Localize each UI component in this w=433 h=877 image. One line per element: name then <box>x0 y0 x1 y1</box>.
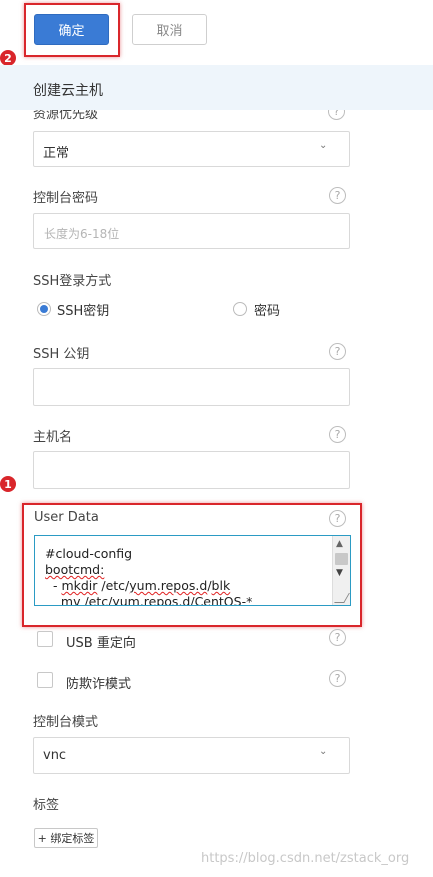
user-data-label: User Data <box>34 510 99 525</box>
cancel-button[interactable]: 取消 <box>132 14 207 45</box>
user-data-line-3-c: yum.repos.d <box>129 578 208 593</box>
password-radio-label[interactable]: 密码 <box>254 300 280 319</box>
user-data-line-3-e: blk <box>211 578 231 593</box>
resource-priority-select[interactable]: 正常 ⌄ <box>33 131 350 167</box>
user-data-line-3-a: mkdir <box>61 578 98 593</box>
help-icon[interactable]: ? <box>329 670 346 687</box>
scroll-up-icon[interactable]: ▲ <box>336 539 343 549</box>
scroll-thumb[interactable] <box>335 553 348 565</box>
help-icon[interactable]: ? <box>329 510 346 527</box>
hostname-input[interactable] <box>33 451 350 489</box>
ssh-pubkey-textarea[interactable] <box>33 368 350 406</box>
help-icon[interactable]: ? <box>328 110 345 120</box>
password-radio[interactable] <box>233 302 247 316</box>
hostname-label: 主机名 <box>33 430 73 445</box>
ssh-login-label: SSH登录方式 <box>33 274 112 289</box>
anti-fraud-label[interactable]: 防欺诈模式 <box>66 673 131 692</box>
user-data-textarea[interactable]: #cloud-config bootcmd: - mkdir /etc/yum.… <box>34 535 351 606</box>
confirm-button[interactable]: 确定 <box>34 14 109 45</box>
annotation-badge-1: 1 <box>0 476 16 492</box>
user-data-line-2: bootcmd: <box>45 562 104 578</box>
resource-priority-label-clip: 资源优先级 <box>33 110 153 122</box>
user-data-line-3-b: /etc/ <box>97 578 130 593</box>
add-tag-button[interactable]: + 绑定标签 <box>34 828 98 848</box>
help-icon[interactable]: ? <box>329 187 346 204</box>
help-icon[interactable]: ? <box>329 426 346 443</box>
console-password-placeholder: 长度为6-18位 <box>44 227 120 241</box>
resource-priority-value: 正常 <box>43 146 70 161</box>
resize-grip-icon[interactable] <box>334 593 350 603</box>
user-data-scrollbar[interactable]: ▲ ▼ <box>332 536 350 605</box>
resource-priority-label: 资源优先级 <box>33 110 99 122</box>
usb-redirect-label[interactable]: USB 重定向 <box>66 632 136 651</box>
scroll-down-icon[interactable]: ▼ <box>336 568 343 578</box>
watermark: https://blog.csdn.net/zstack_org <box>201 851 410 866</box>
annotation-badge-2: 2 <box>0 50 16 66</box>
console-password-label: 控制台密码 <box>33 191 99 206</box>
console-mode-label: 控制台模式 <box>33 715 99 730</box>
chevron-down-icon: ⌄ <box>319 746 328 757</box>
resource-priority-help-clip: ? <box>328 110 348 122</box>
ssh-key-radio-label[interactable]: SSH密钥 <box>57 300 109 319</box>
user-data-line-2-text: bootcmd: <box>45 562 105 577</box>
help-icon[interactable]: ? <box>329 629 346 646</box>
console-mode-value: vnc <box>43 748 67 763</box>
radio-selected-dot <box>40 305 48 313</box>
chevron-down-icon: ⌄ <box>319 140 328 151</box>
user-data-line-3-pre: - <box>45 578 62 593</box>
ssh-pubkey-label: SSH 公钥 <box>33 347 90 362</box>
dialog-title: 创建云主机 <box>33 83 103 99</box>
help-icon[interactable]: ? <box>329 343 346 360</box>
console-mode-select[interactable]: vnc ⌄ <box>33 737 350 774</box>
anti-fraud-checkbox[interactable] <box>37 672 53 688</box>
ssh-key-radio[interactable] <box>37 302 51 316</box>
console-password-input[interactable]: 长度为6-18位 <box>33 213 350 249</box>
user-data-line-1: #cloud-config <box>45 546 133 561</box>
tags-label: 标签 <box>33 798 60 813</box>
usb-redirect-checkbox[interactable] <box>37 631 53 647</box>
user-data-line-3: - mkdir /etc/yum.repos.d/blk <box>45 578 230 594</box>
user-data-line-4: mv /etc/yum.repos.d/CentOS-* <box>45 594 253 606</box>
